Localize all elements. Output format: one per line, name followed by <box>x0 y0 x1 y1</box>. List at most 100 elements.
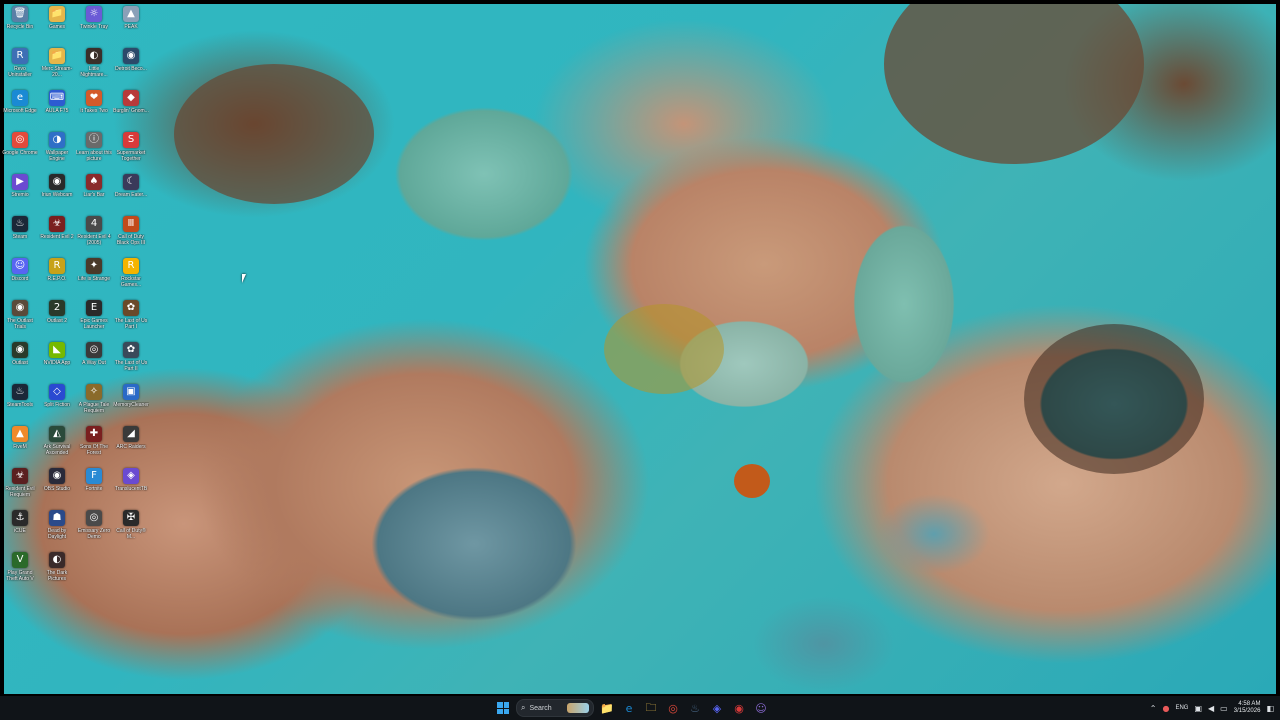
desktop-icon[interactable]: ◇ Split Fiction <box>39 384 75 426</box>
desktop-icon[interactable]: ☣ Resident Evil Requiem <box>2 468 38 510</box>
battery-icon[interactable]: ▭ <box>1220 704 1228 713</box>
desktop-icon-label: Liar's Bar <box>83 192 105 198</box>
language-indicator[interactable]: ENG <box>1175 705 1188 711</box>
desktop-icon-label: iCUE <box>14 528 26 534</box>
desktop-icon-label: The Outlast Trials <box>7 318 33 330</box>
desktop-icon[interactable]: ☺ Discord <box>2 258 38 300</box>
taskbar-search[interactable]: ⌕ Search <box>516 699 594 717</box>
desktop-icon[interactable]: ◭ Ark Survival Ascended <box>39 426 75 468</box>
desktop-icon[interactable]: ◑ Wallpaper Engine <box>39 132 75 174</box>
desktop-icon[interactable]: V Play Grand Theft Auto V <box>2 552 38 594</box>
epic-icon: ◈ <box>712 701 722 715</box>
taskbar-app-edge[interactable]: e <box>620 699 638 717</box>
chevron-up-icon[interactable]: ⌃ <box>1150 704 1157 713</box>
desktop-icon[interactable]: ☼ Twinkle Tray <box>76 6 112 48</box>
desktop-icon[interactable]: ☗ Dead by Daylight <box>39 510 75 552</box>
desktop-icon[interactable]: 📁 Merc Stream-20... <box>39 48 75 90</box>
desktop-icon[interactable]: ▶ Stremio <box>2 174 38 216</box>
desktop-icon[interactable]: ◎ Google Chrome <box>2 132 38 174</box>
desktop-icon[interactable]: R Revo Uninstaller <box>2 48 38 90</box>
desktop-icon[interactable]: 2 Outlast 2 <box>39 300 75 342</box>
desktop-icon-label: It Takes Two <box>80 108 108 114</box>
taskbar-app-file-explorer[interactable]: 📁 <box>598 699 616 717</box>
desktop-icon-grid: 🗑 Recycle Bin 📁 Games ☼ Twinkle Tray ▲ PEAK R Rev… <box>2 6 152 690</box>
start-button[interactable] <box>494 699 512 717</box>
desktop-icon[interactable]: ◉ Detroit Beco... <box>113 48 149 90</box>
notification-icon[interactable]: ◧ <box>1266 704 1274 713</box>
desktop-icon[interactable]: 4 Resident Evil 4 (2005) <box>76 216 112 258</box>
desktop-icon[interactable]: ◉ Iriun Webcam <box>39 174 75 216</box>
desktop-icon[interactable]: ✿ The Last of Us Part I <box>113 300 149 342</box>
desktop-icon[interactable]: ▲ PEAK <box>113 6 149 48</box>
ark-icon: ◭ <box>49 426 65 442</box>
taskbar-app-files[interactable]: 🗀 <box>642 699 660 717</box>
desktop-icon[interactable]: 📁 Games <box>39 6 75 48</box>
desktop-icon[interactable]: ◐ The Dark Pictures <box>39 552 75 594</box>
desktop-icon[interactable]: ☾ Dream Eater... <box>113 174 149 216</box>
desktop-icon[interactable]: ⌨ AULA F75 <box>39 90 75 132</box>
mic-icon[interactable]: ● <box>1162 704 1169 713</box>
desktop-icon[interactable]: ◢ ARC Raiders <box>113 426 149 468</box>
dream-icon: ☾ <box>123 174 139 190</box>
discord-icon: ☺ <box>755 701 767 715</box>
last-of-us-icon: ✿ <box>123 300 139 316</box>
desktop-icon-label: Outlast <box>12 360 28 366</box>
desktop-icon[interactable]: ◉ Outlast <box>2 342 38 384</box>
desktop-icon-label: Ark Survival Ascended <box>43 444 71 456</box>
detroit-icon: ◉ <box>123 48 139 64</box>
desktop-icon[interactable]: ✠ Call of Duty® M... <box>113 510 149 552</box>
desktop-icon[interactable]: E Epic Games Launcher <box>76 300 112 342</box>
desktop-icon[interactable]: ✧ A Plague Tale Requiem <box>76 384 112 426</box>
desktop-icon[interactable]: ◈ TranslucentTB <box>113 468 149 510</box>
desktop-icon[interactable]: F Fortnite <box>76 468 112 510</box>
desktop-icon[interactable]: ◎ A Way Out <box>76 342 112 384</box>
network-icon[interactable]: ▣ <box>1194 704 1202 713</box>
desktop-icon[interactable]: ☣ Resident Evil 2 <box>39 216 75 258</box>
desktop-icon-label: TranslucentTB <box>114 486 148 492</box>
desktop-icon[interactable]: ◆ Burglin' Gnom... <box>113 90 149 132</box>
desktop-icon[interactable]: ◉ The Outlast Trials <box>2 300 38 342</box>
sons-forest-icon: ✚ <box>86 426 102 442</box>
desktop-icon[interactable]: ♨ Steam <box>2 216 38 258</box>
desktop-icon-label: PEAK <box>124 24 138 30</box>
desktop-icon[interactable]: ✿ The Last of Us Part II <box>113 342 149 384</box>
desktop-icon[interactable]: ◐ Little Nightmare... <box>76 48 112 90</box>
desktop-icon[interactable]: ❤ It Takes Two <box>76 90 112 132</box>
desktop-icon[interactable]: ♨ SteamTools <box>2 384 38 426</box>
taskbar-app-steam[interactable]: ♨ <box>686 699 704 717</box>
desktop-icon[interactable]: ◉ OBS Studio <box>39 468 75 510</box>
desktop-icon-label: Resident Evil Requiem <box>5 486 35 498</box>
rockstar-icon: R <box>123 258 139 274</box>
desktop-icon[interactable]: ◎ Emissary Zero Demo <box>76 510 112 552</box>
desktop-icon[interactable]: e Microsoft Edge <box>2 90 38 132</box>
burglin-gnomes-icon: ◆ <box>123 90 139 106</box>
desktop-icon[interactable]: ▣ MemoryCleaner <box>113 384 149 426</box>
taskbar-app-epic[interactable]: ◈ <box>708 699 726 717</box>
desktop-icon-label: Discord <box>11 276 29 282</box>
desktop-icon[interactable]: ✦ Life is Strange <box>76 258 112 300</box>
clock[interactable]: 4:58 AM 3/15/2026 <box>1234 701 1261 715</box>
desktop-icon[interactable]: ⓘ Learn about this picture <box>76 132 112 174</box>
desktop-icon-label: The Last of Us Part I <box>114 318 148 330</box>
recorder-icon: ◉ <box>734 701 744 715</box>
desktop-icon[interactable]: ▲ FiveM <box>2 426 38 468</box>
desktop-icon[interactable]: R Rockstar Games... <box>113 258 149 300</box>
desktop-icon[interactable]: ✚ Sons Of The Forest <box>76 426 112 468</box>
wallpaper-crust <box>174 64 374 204</box>
desktop-icon-label: Steam <box>12 234 28 240</box>
desktop-icon[interactable]: ⚓ iCUE <box>2 510 38 552</box>
taskbar-app-recorder[interactable]: ◉ <box>730 699 748 717</box>
desktop-icon[interactable]: R R.E.P.O. <box>39 258 75 300</box>
webcam-icon: ◉ <box>49 174 65 190</box>
taskbar-app-discord[interactable]: ☺ <box>752 699 770 717</box>
desktop-icon[interactable]: ◣ NVIDIA App <box>39 342 75 384</box>
desktop-icon[interactable]: ♠ Liar's Bar <box>76 174 112 216</box>
volume-icon[interactable]: ◀ <box>1208 704 1214 713</box>
clock-date: 3/15/2026 <box>1233 708 1261 714</box>
desktop-icon[interactable]: Ⅲ Call of Duty Black Ops III <box>113 216 149 258</box>
taskbar-app-chrome[interactable]: ◎ <box>664 699 682 717</box>
twinkle-tray-icon: ☼ <box>86 6 102 22</box>
info-icon: ⓘ <box>86 132 102 148</box>
desktop-icon[interactable]: 🗑 Recycle Bin <box>2 6 38 48</box>
desktop-icon[interactable]: S Supermarket Together <box>113 132 149 174</box>
